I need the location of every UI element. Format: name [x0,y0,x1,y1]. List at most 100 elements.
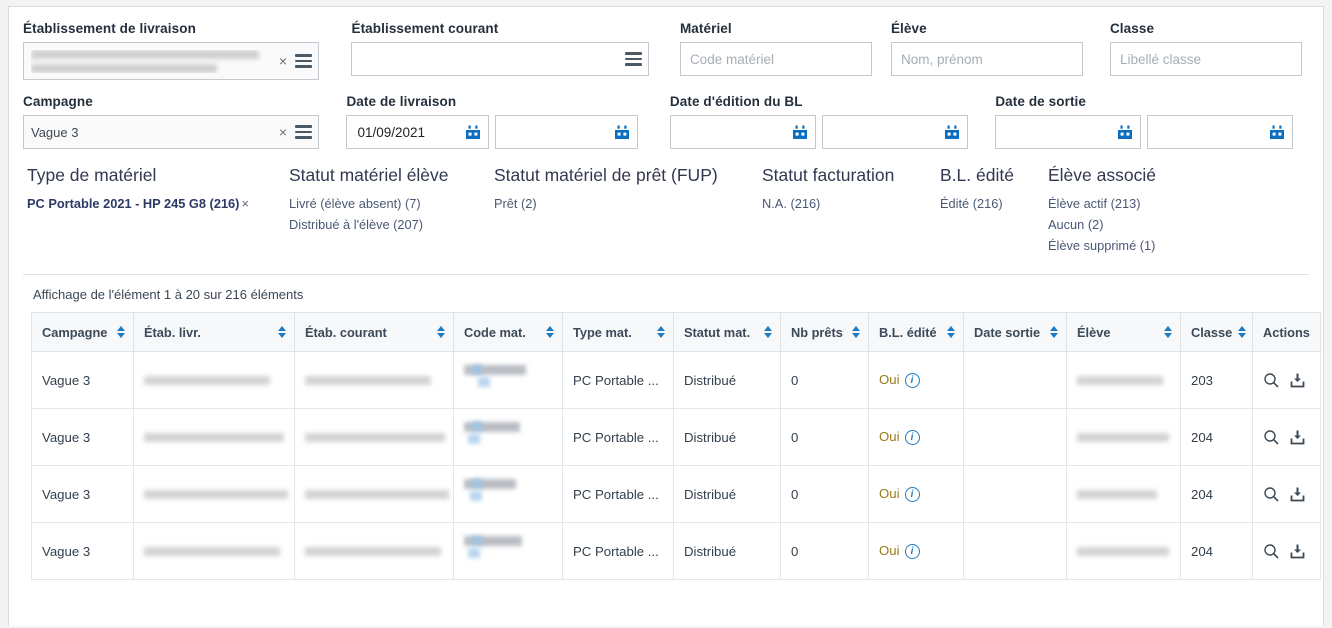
sort-icon[interactable] [437,326,445,338]
cell-date-sortie [964,409,1067,466]
sort-icon[interactable] [947,326,955,338]
download-icon[interactable] [1289,543,1306,560]
table-row[interactable]: Vague 3 PC Portable ... Distribué 0 Ouii… [32,352,1321,409]
date-edition-bl-from[interactable] [670,115,816,149]
calendar-icon[interactable] [792,124,808,140]
sort-icon[interactable] [546,326,554,338]
facet-option[interactable]: Distribué à l'élève (207) [289,214,494,235]
facet-option[interactable]: N.A. (216) [762,193,940,214]
sort-icon[interactable] [1238,326,1246,338]
sort-icon[interactable] [764,326,772,338]
filter-label: Campagne [23,94,346,109]
col-date-sortie[interactable]: Date sortie [964,313,1067,352]
date-livraison-to[interactable] [495,115,638,149]
filter-date-edition-bl: Date d'édition du BL [670,94,995,149]
col-label: Étab. livr. [144,325,201,340]
cell-type-mat: PC Portable ... [563,352,674,409]
table-row[interactable]: Vague 3 PC Portable ... Distribué 0 Ouii… [32,523,1321,580]
calendar-icon[interactable] [944,124,960,140]
date-sortie-from[interactable] [995,115,1141,149]
info-icon[interactable]: i [905,430,920,445]
col-label: Classe [1191,325,1232,340]
facet-option[interactable]: PC Portable 2021 - HP 245 G8 (216)× [27,193,289,214]
filter-label: Établissement de livraison [23,21,351,36]
facet-panel: Type de matériel PC Portable 2021 - HP 2… [9,149,1323,266]
info-icon[interactable]: i [905,373,920,388]
col-code-mat[interactable]: Code mat. [454,313,563,352]
hamburger-icon[interactable] [295,125,312,139]
cell-etab-courant [295,352,454,409]
hamburger-icon[interactable] [625,52,642,66]
search-icon[interactable] [1263,429,1280,446]
facet-option[interactable]: Livré (élève absent) (7) [289,193,494,214]
clear-icon[interactable]: × [275,54,295,68]
table-row[interactable]: Vague 3 PC Portable ... Distribué 0 Ouii… [32,409,1321,466]
eleve-input[interactable]: Nom, prénom [891,42,1083,76]
col-statut-mat[interactable]: Statut mat. [674,313,781,352]
facet-option[interactable]: Édité (216) [940,193,1048,214]
redacted-text [144,365,284,395]
cell-statut-mat: Distribué [674,466,781,523]
sort-icon[interactable] [117,326,125,338]
col-campagne[interactable]: Campagne [32,313,134,352]
calendar-icon[interactable] [1117,124,1133,140]
info-icon[interactable]: i [905,544,920,559]
col-etab-courant[interactable]: Étab. courant [295,313,454,352]
col-classe[interactable]: Classe [1181,313,1253,352]
date-edition-bl-to[interactable] [822,115,968,149]
redacted-text [464,477,552,511]
col-type-mat[interactable]: Type mat. [563,313,674,352]
info-icon[interactable]: i [905,487,920,502]
cell-etab-livr [134,409,295,466]
facet-option[interactable]: Élève actif (213) [1048,193,1228,214]
filter-label: Date de sortie [995,94,1309,109]
facet-option[interactable]: Prêt (2) [494,193,762,214]
download-icon[interactable] [1289,372,1306,389]
sort-icon[interactable] [657,326,665,338]
filter-label: Matériel [680,21,891,36]
sort-icon[interactable] [278,326,286,338]
classe-input[interactable]: Libellé classe [1110,42,1302,76]
hamburger-icon[interactable] [295,54,312,68]
date-sortie-to[interactable] [1147,115,1293,149]
col-eleve[interactable]: Élève [1067,313,1181,352]
date-livraison-from[interactable]: 01/09/2021 [346,115,489,149]
etablissement-livraison-value [31,50,275,73]
col-etab-livr[interactable]: Étab. livr. [134,313,295,352]
col-bl-edite[interactable]: B.L. édité [869,313,964,352]
cell-nb-prets: 0 [781,466,869,523]
materiel-input[interactable]: Code matériel [680,42,872,76]
cell-type-mat: PC Portable ... [563,466,674,523]
download-icon[interactable] [1289,429,1306,446]
col-label: Nb prêts [791,325,843,340]
sort-icon[interactable] [1050,326,1058,338]
facet-title: Statut matériel élève [289,165,494,186]
filter-label: Date d'édition du BL [670,94,995,109]
cell-nb-prets: 0 [781,352,869,409]
col-nb-prets[interactable]: Nb prêts [781,313,869,352]
sort-icon[interactable] [852,326,860,338]
search-icon[interactable] [1263,486,1280,503]
filter-row-1: Établissement de livraison × Établisseme… [23,21,1309,80]
filter-materiel: Matériel Code matériel [680,21,891,76]
search-icon[interactable] [1263,543,1280,560]
cell-date-sortie [964,466,1067,523]
facet-remove-icon[interactable]: × [241,196,248,211]
date-livraison-from-value: 01/09/2021 [357,125,425,140]
facet-option[interactable]: Aucun (2) [1048,214,1228,235]
etablissement-courant-select[interactable] [351,42,649,76]
campagne-select[interactable]: Vague 3 × [23,115,319,149]
search-icon[interactable] [1263,372,1280,389]
col-actions: Actions [1253,313,1321,352]
calendar-icon[interactable] [1269,124,1285,140]
clear-icon[interactable]: × [275,125,295,139]
sort-icon[interactable] [1164,326,1172,338]
calendar-icon[interactable] [465,124,481,140]
calendar-icon[interactable] [614,124,630,140]
date-edition-bl-range [670,115,995,149]
etablissement-livraison-select[interactable]: × [23,42,319,80]
table-row[interactable]: Vague 3 PC Portable ... Distribué 0 Ouii… [32,466,1321,523]
facet-option[interactable]: Élève supprimé (1) [1048,235,1228,256]
filter-etablissement-livraison: Établissement de livraison × [23,21,351,80]
download-icon[interactable] [1289,486,1306,503]
